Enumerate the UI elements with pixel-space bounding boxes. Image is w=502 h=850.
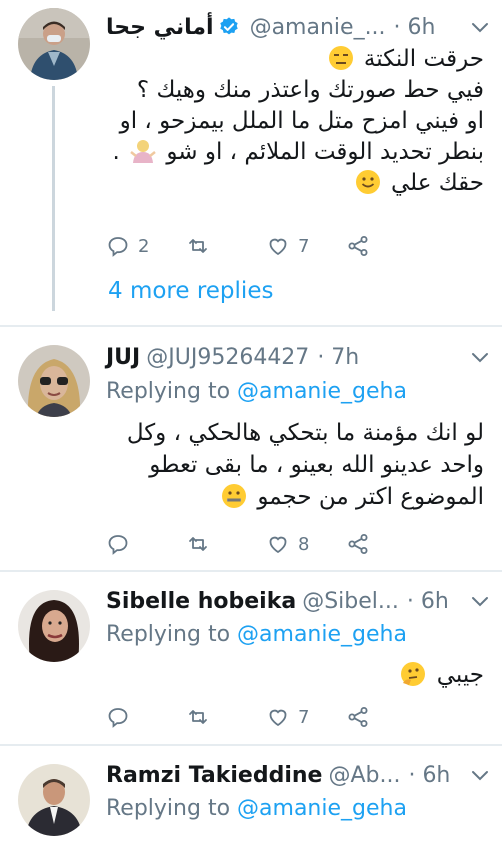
tweet-line: واحد عدينو الله بعينو ، ما بقى تعطو — [149, 452, 484, 478]
tweet-line: جيبي — [436, 662, 484, 688]
like-icon — [269, 709, 287, 727]
verified-badge-icon — [219, 17, 238, 35]
like-button[interactable]: 7 — [266, 234, 346, 258]
chevron-down-icon[interactable] — [468, 15, 492, 39]
tweet-line: الموضوع اكتر من حجمو — [257, 484, 484, 510]
replying-prefix: Replying to — [106, 379, 231, 404]
tweet-juj[interactable]: JUJ @JUJ95264427 · 7h Replying to @amani… — [0, 327, 502, 570]
like-icon — [269, 238, 287, 256]
tweet-ramzi[interactable]: Ramzi Takieddine @Ab... · 6h Replying to… — [0, 746, 502, 850]
reply-button[interactable] — [106, 705, 186, 729]
reply-button[interactable]: 2 — [106, 234, 186, 258]
avatar[interactable] — [18, 590, 90, 662]
replying-to: Replying to @amanie_geha — [106, 796, 407, 821]
tweet-header: أماني جحا @amanie_... · 6h — [106, 10, 492, 44]
retweet-button[interactable] — [186, 532, 266, 556]
user-handle[interactable]: @amanie_... — [250, 15, 386, 40]
tweet-time[interactable]: · 6h — [394, 15, 436, 40]
share-button[interactable] — [346, 234, 426, 258]
tweet-text: لو انك مؤمنة ما بتحكي هالحكي ، وكل واحد … — [106, 417, 484, 513]
reply-icon — [108, 708, 128, 728]
display-name[interactable]: Ramzi Takieddine — [106, 763, 322, 788]
share-icon — [348, 707, 368, 727]
user-handle[interactable]: @Sibel... — [302, 589, 399, 614]
thread-line — [52, 86, 55, 311]
tweet-line: حرقت النكتة — [363, 46, 484, 72]
like-count: 7 — [298, 706, 310, 728]
replying-to: Replying to @amanie_geha — [106, 379, 407, 404]
display-name[interactable]: Sibelle hobeika — [106, 589, 296, 614]
like-icon — [269, 536, 287, 554]
like-button[interactable]: 7 — [266, 705, 346, 729]
retweet-button[interactable] — [186, 234, 266, 258]
tweet-time[interactable]: · 7h — [317, 345, 359, 370]
chevron-down-icon[interactable] — [468, 763, 492, 787]
cut-off-text — [106, 840, 484, 850]
tweet-header: Ramzi Takieddine @Ab... · 6h — [106, 758, 492, 792]
replying-prefix: Replying to — [106, 622, 231, 647]
retweet-icon — [189, 710, 207, 724]
reply-button[interactable] — [106, 532, 186, 556]
display-name[interactable]: أماني جحا — [106, 15, 214, 40]
share-icon — [348, 236, 368, 256]
user-handle[interactable]: @JUJ95264427 — [146, 345, 309, 370]
tweet-line: حقك علي — [390, 170, 484, 196]
avatar[interactable] — [18, 345, 90, 417]
replying-to: Replying to @amanie_geha — [106, 622, 407, 647]
zipper-mouth-face-emoji — [222, 484, 246, 508]
mention-link[interactable]: @amanie_geha — [237, 796, 407, 821]
tweet-line: لو انك مؤمنة ما بتحكي هالحكي ، وكل — [126, 420, 484, 446]
mention-link[interactable]: @amanie_geha — [237, 622, 407, 647]
like-button[interactable]: 8 — [266, 532, 346, 556]
like-count: 8 — [298, 533, 310, 555]
tweet-actions: 8 — [106, 529, 426, 559]
reply-count: 2 — [138, 235, 150, 257]
tweet-time[interactable]: · 6h — [408, 763, 450, 788]
more-replies-link[interactable]: 4 more replies — [108, 278, 273, 304]
smiling-face-emoji — [355, 170, 380, 194]
share-button[interactable] — [346, 532, 426, 556]
tweet-actions: 7 — [106, 702, 426, 732]
thinking-face-emoji — [401, 662, 426, 686]
user-handle[interactable]: @Ab... — [328, 763, 400, 788]
tweet-line: بنطر تحديد الوقت الملائم ، او شو — [166, 139, 484, 165]
retweet-icon — [189, 537, 207, 551]
retweet-icon — [189, 239, 207, 253]
tweet-line: فيي حط صورتك واعتذر منك وهيك ؟ — [136, 77, 484, 103]
retweet-button[interactable] — [186, 705, 266, 729]
avatar[interactable] — [18, 764, 90, 836]
like-count: 7 — [298, 235, 310, 257]
tweet-time[interactable]: · 6h — [407, 589, 449, 614]
reply-icon — [108, 237, 128, 257]
tweet-text: حرقت النكتة فيي حط صورتك واعتذر منك وهيك… — [106, 44, 484, 199]
avatar[interactable] — [18, 8, 90, 80]
display-name[interactable]: JUJ — [106, 345, 140, 370]
chevron-down-icon[interactable] — [468, 589, 492, 613]
share-button[interactable] — [346, 705, 426, 729]
tweet-amanie[interactable]: أماني جحا @amanie_... · 6h حرقت النكتة ف… — [0, 0, 502, 325]
expressionless-face-emoji — [328, 46, 353, 70]
replying-prefix: Replying to — [106, 796, 231, 821]
tweet-header: Sibelle hobeika @Sibel... · 6h — [106, 584, 492, 618]
tweet-header: JUJ @JUJ95264427 · 7h — [106, 340, 492, 374]
tweet-line: او فيني امزح متل ما الملل بيمزحو ، او — [119, 108, 484, 134]
reply-icon — [108, 535, 128, 555]
mention-link[interactable]: @amanie_geha — [237, 379, 407, 404]
tweet-actions: 2 7 — [106, 231, 426, 261]
tweet-text: جيبي — [106, 660, 484, 691]
share-icon — [348, 534, 368, 554]
person-shrugging-emoji — [130, 140, 156, 163]
tweet-sibelle[interactable]: Sibelle hobeika @Sibel... · 6h Replying … — [0, 572, 502, 744]
chevron-down-icon[interactable] — [468, 345, 492, 369]
